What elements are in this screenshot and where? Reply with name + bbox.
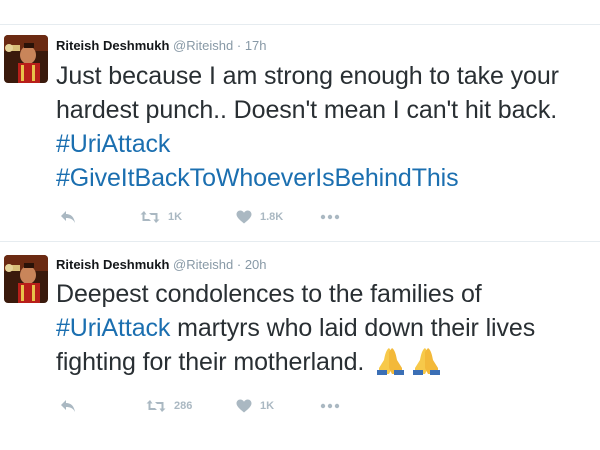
hashtag-link[interactable]: #GiveItBackToWhoeverIsBehindThis xyxy=(56,164,459,192)
avatar[interactable] xyxy=(4,255,48,303)
author-handle[interactable]: @Riteishd xyxy=(173,38,233,53)
separator: · xyxy=(236,38,242,53)
avatar[interactable] xyxy=(4,35,48,83)
retweet-button[interactable]: 1K xyxy=(140,208,182,226)
tweet-text: Just because I am strong enough to take … xyxy=(56,59,596,195)
retweet-count: 1K xyxy=(168,211,183,223)
reply-icon xyxy=(61,211,75,223)
retweet-count: 286 xyxy=(174,400,193,412)
more-icon xyxy=(320,214,340,220)
separator: · xyxy=(236,257,242,272)
heart-icon xyxy=(236,210,252,224)
author-handle[interactable]: @Riteishd xyxy=(173,257,233,272)
tweet-text: Deepest condolences to the families of #… xyxy=(56,277,596,385)
reply-button[interactable] xyxy=(60,397,76,415)
more-button[interactable] xyxy=(320,397,340,415)
more-button[interactable] xyxy=(320,208,340,226)
tweet-header: Riteish Deshmukh @Riteishd · 20h xyxy=(56,257,267,273)
author-name[interactable]: Riteish Deshmukh xyxy=(56,257,169,272)
folded-hands-emoji xyxy=(375,346,445,385)
tweet-text-part: Just because I am strong enough to take … xyxy=(56,62,559,124)
heart-icon xyxy=(236,399,252,413)
tweet-divider xyxy=(0,241,600,242)
tweet-actions: 286 1K xyxy=(56,397,376,415)
like-button[interactable]: 1.8K xyxy=(236,208,283,226)
like-count: 1.8K xyxy=(260,211,284,223)
timestamp[interactable]: 20h xyxy=(245,257,267,272)
retweet-button[interactable]: 286 xyxy=(146,397,192,415)
more-icon xyxy=(320,403,340,409)
hashtag-link[interactable]: #UriAttack xyxy=(56,314,170,342)
timestamp[interactable]: 17h xyxy=(245,38,267,53)
reply-icon xyxy=(61,400,75,412)
tweet-text-part: Deepest condolences to the families of xyxy=(56,280,482,308)
author-name[interactable]: Riteish Deshmukh xyxy=(56,38,169,53)
tweet-header: Riteish Deshmukh @Riteishd · 17h xyxy=(56,38,267,54)
retweet-icon xyxy=(146,400,166,412)
hashtag-link[interactable]: #UriAttack xyxy=(56,130,170,158)
retweet-icon xyxy=(140,211,160,223)
like-count: 1K xyxy=(260,400,275,412)
reply-button[interactable] xyxy=(60,208,76,226)
top-divider xyxy=(0,24,600,25)
tweet-actions: 1K 1.8K xyxy=(56,208,376,226)
like-button[interactable]: 1K xyxy=(236,397,274,415)
